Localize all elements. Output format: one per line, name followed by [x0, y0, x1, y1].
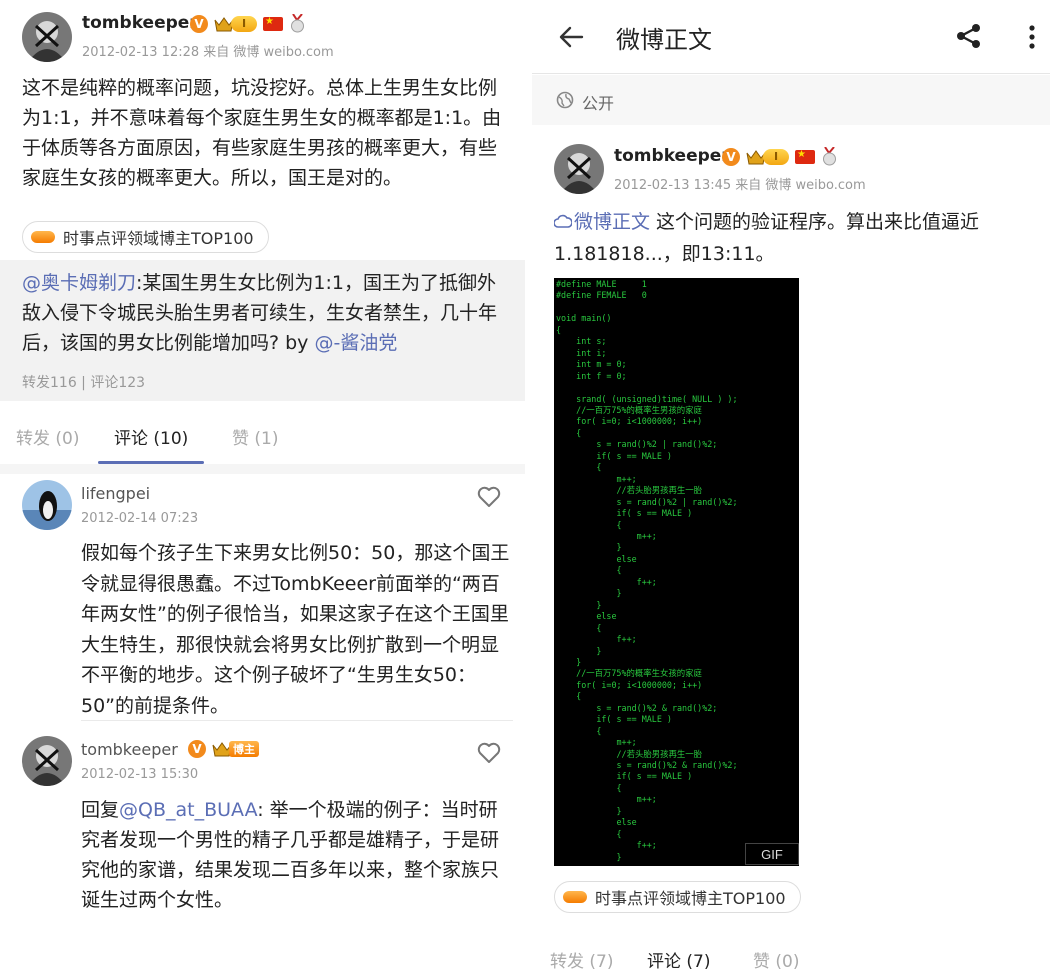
reposted-by-link[interactable]: @-酱油党: [314, 332, 397, 354]
link-icon: [554, 214, 572, 228]
pane-gap: [525, 0, 532, 972]
top-bar: 微博正文: [532, 0, 1050, 74]
code-screenshot: #define MALE 1 #define FEMALE 0 void mai…: [554, 278, 799, 866]
topic-chip-label: 时事点评领域博主TOP100: [595, 889, 786, 908]
blogger-badge: 博主: [212, 740, 259, 758]
globe-icon: [556, 91, 574, 109]
tab-comments[interactable]: 评论 (7): [647, 947, 710, 972]
author-name[interactable]: tombkeeper: [614, 146, 730, 166]
reposted-stats: 转发116 | 评论123: [22, 375, 146, 391]
verified-icon: V: [188, 740, 206, 758]
china-flag-icon: [795, 149, 815, 164]
tab-likes[interactable]: 赞 (1): [232, 424, 278, 449]
topic-chip[interactable]: 时事点评领域博主TOP100: [554, 881, 801, 913]
member-level-badge[interactable]: I: [746, 148, 789, 166]
tab-likes[interactable]: 赞 (0): [753, 947, 799, 972]
comment-time: 2012-02-14 07:23: [81, 511, 199, 526]
right-pane: 微博正文 公开 tombkeeper V I 2012-02-13 13:45 …: [532, 0, 1050, 972]
arrow-left-icon[interactable]: [558, 24, 584, 50]
comment-author-badges: V 博主: [188, 740, 259, 758]
page-title: 微博正文: [616, 26, 712, 54]
avatar[interactable]: [22, 12, 72, 62]
verified-icon: V: [190, 14, 208, 33]
more-vertical-icon[interactable]: [1028, 24, 1036, 50]
section-divider: [0, 464, 525, 474]
reposted-text: @奥卡姆剃刀:某国生男生女比例为1:1，国王为了抵御外敌入侵下令城民头胎生男者可…: [22, 268, 507, 358]
medal-icon: [291, 14, 304, 33]
comment-text: 回复@QB_at_BUAA: 举一个极端的例子：当时研究者发现一个男性的精子几乎…: [81, 795, 513, 915]
weibo-link[interactable]: 微博正文: [574, 211, 650, 233]
post-text: 微博正文 这个问题的验证程序。算出来比值逼近1.181818...，即13:11…: [554, 206, 1034, 270]
post-meta: 2012-02-13 12:28 来自 微博 weibo.com: [82, 45, 334, 60]
post-meta: 2012-02-13 13:45 来自 微博 weibo.com: [614, 178, 866, 193]
comment-divider: [81, 720, 513, 721]
reposted-author-link[interactable]: @奥卡姆剃刀: [22, 272, 136, 294]
author-badges: V I: [190, 14, 306, 33]
author-name[interactable]: tombkeeper: [82, 13, 198, 33]
visibility-label: 公开: [582, 94, 615, 113]
member-level: I: [763, 148, 789, 165]
author-badges: V I: [722, 147, 838, 166]
heart-outline-icon[interactable]: [477, 742, 501, 764]
comment-author[interactable]: tombkeeper: [81, 740, 178, 759]
top100-icon: [563, 891, 587, 903]
top100-icon: [31, 231, 55, 243]
verified-icon: V: [722, 147, 740, 166]
bottom-space: [0, 918, 525, 972]
post-text: 这不是纯粹的概率问题，坑没挖好。总体上生男生女比例为1:1，并不意味着每个家庭生…: [22, 77, 502, 189]
comment-avatar[interactable]: [22, 736, 72, 786]
reposted-post[interactable]: @奥卡姆剃刀:某国生男生女比例为1:1，国王为了抵御外敌入侵下令城民头胎生男者可…: [0, 260, 525, 401]
topic-chip-label: 时事点评领域博主TOP100: [63, 229, 254, 248]
reply-prefix: 回复: [81, 799, 120, 821]
gif-badge: GIF: [745, 843, 799, 865]
reply-mention-link[interactable]: @QB_at_BUAA: [119, 799, 257, 821]
blogger-label: 博主: [229, 741, 259, 757]
tab-reposts[interactable]: 转发 (7): [550, 947, 613, 972]
comment-text: 假如每个孩子生下来男女比例50：50，那这个国王令就显得很愚蠢。不过TombKe…: [81, 542, 510, 717]
share-icon[interactable]: [955, 22, 983, 50]
comment-avatar[interactable]: [22, 480, 72, 530]
comment-time: 2012-02-13 15:30: [81, 767, 199, 782]
tab-comments[interactable]: 评论 (10): [114, 424, 188, 449]
member-level: I: [231, 15, 257, 32]
heart-outline-icon[interactable]: [477, 486, 501, 508]
comment-author[interactable]: lifengpei: [81, 484, 150, 503]
visibility-bar: 公开: [532, 75, 1050, 125]
tab-reposts[interactable]: 转发 (0): [16, 424, 79, 449]
avatar[interactable]: [554, 144, 604, 194]
member-level-badge[interactable]: I: [214, 15, 257, 33]
topic-chip[interactable]: 时事点评领域博主TOP100: [22, 221, 269, 253]
china-flag-icon: [263, 16, 283, 31]
left-pane: tombkeeper V I 2012-02-13 12:28 来自 微博 we…: [0, 0, 525, 972]
medal-icon: [823, 147, 836, 166]
